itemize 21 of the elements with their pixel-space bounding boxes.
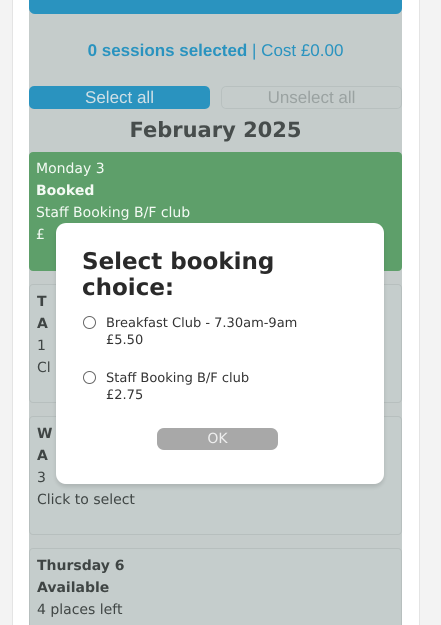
status-label: A (37, 447, 48, 466)
option-price: £5.50 (106, 332, 144, 349)
day-label: Monday 3 (36, 160, 105, 179)
status-label: Available (37, 579, 110, 598)
detail-text: 1 (37, 337, 46, 356)
detail-text: £ (36, 226, 45, 245)
detail-text: 3 (37, 469, 46, 488)
option-name: Staff Booking B/F club (106, 370, 250, 387)
detail-text: Click to select (37, 491, 135, 510)
option-name: Breakfast Club - 7.30am-9am (106, 315, 298, 332)
day-label: T (37, 293, 47, 312)
selection-summary: 0 sessions selected | Cost £0.00 (86, 40, 344, 62)
option-price: £2.75 (106, 387, 144, 404)
detail-text: 4 places left (37, 601, 122, 620)
day-label: Thursday 6 (37, 557, 124, 576)
status-label: A (37, 315, 48, 334)
month-heading: February 2025 (128, 116, 303, 144)
status-label: Booked (36, 182, 94, 201)
day-label: W (37, 425, 52, 444)
detail-text: Staff Booking B/F club (36, 204, 190, 223)
detail-text: Cl (37, 359, 51, 378)
